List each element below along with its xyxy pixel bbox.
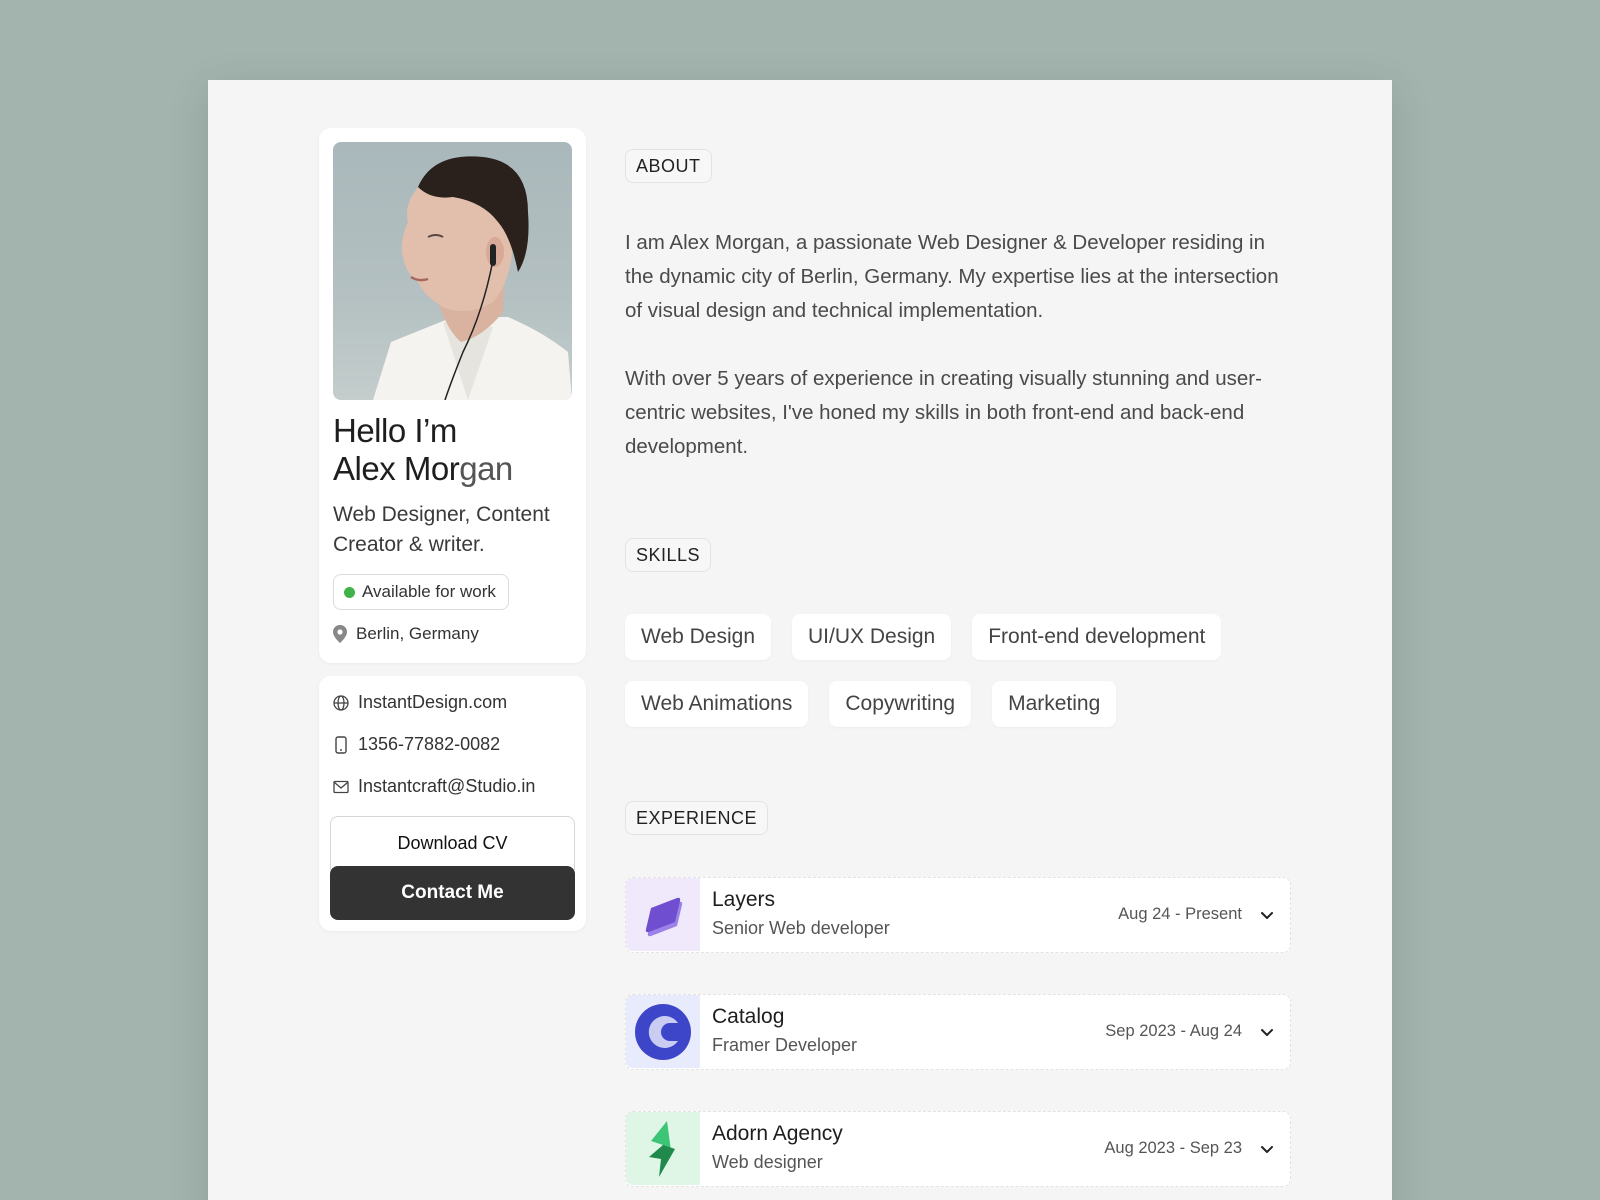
experience-item[interactable]: Catalog Framer Developer Sep 2023 - Aug … [625,994,1291,1070]
status-dot-icon [344,586,355,598]
location-label: Berlin, Germany [356,624,479,643]
position-title: Web designer [712,1152,823,1172]
greeting-heading: Hello I’m Alex Morgan [333,412,573,488]
experience-item[interactable]: Adorn Agency Web designer Aug 2023 - Sep… [625,1111,1291,1187]
location: Berlin, Germany [333,624,479,644]
date-range: Sep 2023 - Aug 24 [1105,1022,1242,1040]
company-name: Catalog [712,1005,785,1028]
chevron-down-icon[interactable] [1258,1023,1276,1041]
layers-logo-icon [626,878,700,951]
position-title: Framer Developer [712,1035,858,1055]
company-name: Layers [712,888,776,911]
company-name: Adorn Agency [712,1122,843,1145]
website-label: InstantDesign.com [358,692,508,712]
skills-list: Web Design UI/UX Design Front-end develo… [625,614,1285,727]
skill-chip: Web Animations [625,681,809,727]
first-name: Alex [333,450,396,487]
skill-chip: Copywriting [829,681,972,727]
last-name-dark: Mor [403,450,460,487]
email-link[interactable]: Instantcraft@Studio.in [333,776,535,797]
skills-tag: SKILLS [625,538,712,572]
skill-chip: Web Design [625,614,772,660]
experience-item[interactable]: Layers Senior Web developer Aug 24 - Pre… [625,877,1291,953]
greeting-text: Hello I’m [333,412,457,449]
profile-photo [333,142,572,400]
chevron-down-icon[interactable] [1258,1140,1276,1158]
contact-card: InstantDesign.com 1356-77882-0082 Instan… [319,676,586,931]
skill-chip: UI/UX Design [792,614,952,660]
website-link[interactable]: InstantDesign.com [333,692,507,713]
chevron-down-icon[interactable] [1258,906,1276,924]
about-tag: ABOUT [625,149,712,183]
download-cv-button[interactable]: Download CV [330,816,575,870]
position-title: Senior Web developer [712,918,890,938]
globe-icon [333,694,349,711]
experience-tag: EXPERIENCE [625,801,769,835]
date-range: Aug 24 - Present [1118,905,1242,923]
contact-me-button[interactable]: Contact Me [330,866,575,920]
phone-link[interactable]: 1356-77882-0082 [333,734,500,755]
skill-chip: Marketing [992,681,1117,727]
email-label: Instantcraft@Studio.in [358,776,536,796]
availability-badge: Available for work [333,574,509,610]
skill-chip: Front-end development [972,614,1222,660]
about-paragraph-2: With over 5 years of experience in creat… [625,367,1262,458]
catalog-logo-icon [626,995,700,1068]
profile-card: Hello I’m Alex Morgan Web Designer, Cont… [319,128,586,663]
last-name-light: gan [459,450,513,487]
about-paragraph-1: I am Alex Morgan, a passionate Web Desig… [625,231,1279,322]
phone-label: 1356-77882-0082 [358,734,501,754]
adorn-logo-icon [626,1112,700,1185]
mail-icon [333,780,349,793]
role-text: Web Designer, Content Creator & writer. [333,503,550,556]
map-pin-icon [333,625,347,643]
phone-icon [335,735,347,754]
availability-label: Available for work [362,582,496,601]
date-range: Aug 2023 - Sep 23 [1104,1139,1242,1157]
